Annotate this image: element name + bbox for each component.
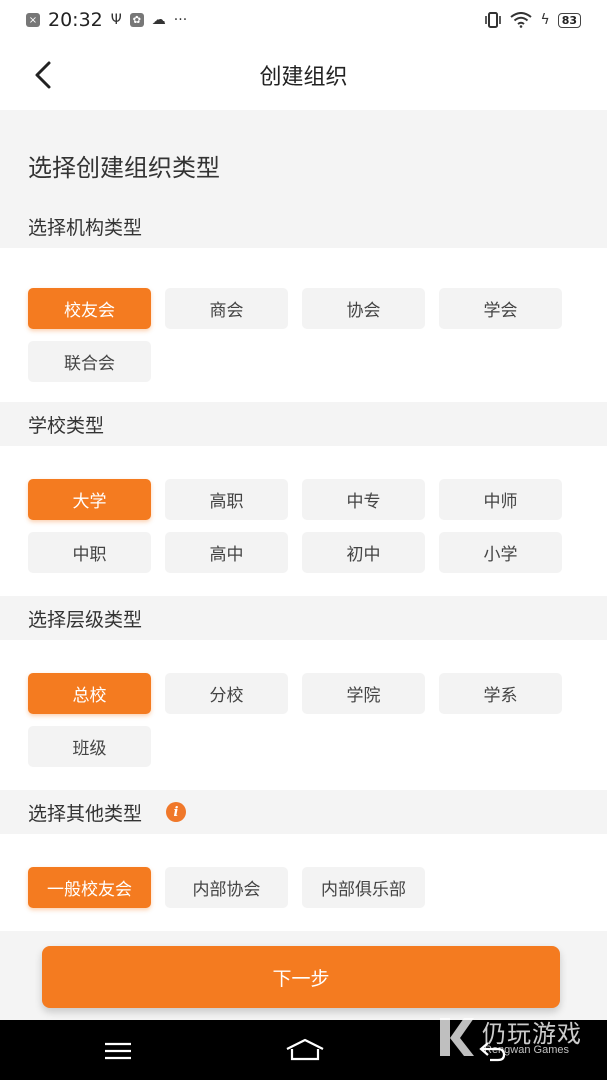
info-icon[interactable]: i — [166, 802, 187, 822]
main-content: 选择创建组织类型 选择机构类型 校友会 商会 协会 学会联合会 学校类型 大学 高职 中专… — [0, 110, 607, 931]
watermark: 仍玩游戏 Rengwan Games — [432, 1012, 602, 1062]
option-chip-level-type[interactable]: 总校 — [28, 673, 151, 714]
chevron-left-icon[interactable] — [30, 60, 60, 90]
section-title-org-type: 选择机构类型 — [28, 216, 143, 239]
status-right: ϟ 83 — [484, 12, 581, 28]
option-chip-school-type[interactable]: 高中 — [165, 532, 288, 573]
option-chip-school-type[interactable]: 大学 — [28, 479, 151, 520]
wifi-icon — [510, 12, 533, 28]
option-chip-other-type[interactable]: 内部俱乐部 — [302, 867, 425, 908]
option-chip-level-type[interactable]: 学院 — [302, 673, 425, 714]
charging-icon: ϟ — [540, 12, 550, 28]
usb-icon: Ψ — [110, 12, 122, 28]
page-title: 创建组织 — [259, 65, 348, 90]
other-type-options: 一般校友会 内部协会 内部俱乐部 — [0, 834, 607, 931]
vibrate-icon — [484, 12, 502, 28]
option-chip-school-type[interactable]: 中职 — [28, 532, 151, 573]
cloud-icon: ☁ — [151, 12, 166, 28]
option-chip-school-type[interactable]: 中师 — [439, 479, 562, 520]
header: 创建组织 — [0, 40, 607, 110]
option-chip-school-type[interactable]: 初中 — [302, 532, 425, 573]
option-chip-org-type[interactable]: 学会 — [439, 288, 562, 329]
option-chip-level-type[interactable]: 班级 — [28, 726, 151, 767]
section-title-level-type: 选择层级类型 — [28, 608, 143, 631]
status-left: × 20:32 Ψ ✿ ☁ ··· — [26, 9, 187, 31]
next-step-button[interactable]: 下一步 — [42, 946, 560, 1008]
section-title-school-type: 学校类型 — [28, 414, 105, 437]
menu-icon[interactable] — [104, 1042, 132, 1060]
status-bar: × 20:32 Ψ ✿ ☁ ··· ϟ 83 — [0, 0, 607, 40]
home-icon[interactable] — [284, 1037, 326, 1063]
option-chip-school-type[interactable]: 高职 — [165, 479, 288, 520]
watermark-logo-icon — [440, 1018, 474, 1056]
option-chip-other-type[interactable]: 一般校友会 — [28, 867, 151, 908]
status-time: 20:32 — [48, 9, 103, 31]
option-chip-org-type[interactable]: 协会 — [302, 288, 425, 329]
app-icon: ✿ — [129, 13, 144, 27]
section-title-other-type: 选择其他类型 i — [0, 790, 607, 834]
option-chip-org-type[interactable]: 商会 — [165, 288, 288, 329]
page-heading: 选择创建组织类型 — [28, 154, 220, 182]
close-box-icon: × — [26, 13, 40, 27]
watermark-en: Rengwan Games — [484, 1044, 569, 1056]
option-chip-school-type[interactable]: 小学 — [439, 532, 562, 573]
option-chip-org-type[interactable]: 联合会 — [28, 341, 151, 382]
more-indicator: ··· — [173, 12, 188, 28]
option-chip-other-type[interactable]: 内部协会 — [165, 867, 288, 908]
option-chip-org-type[interactable]: 校友会 — [28, 288, 151, 329]
option-chip-school-type[interactable]: 中专 — [302, 479, 425, 520]
battery-indicator: 83 — [557, 12, 581, 28]
option-chip-level-type[interactable]: 分校 — [165, 673, 288, 714]
org-type-options: 校友会 商会 协会 学会联合会 — [0, 248, 607, 402]
level-type-options: 总校 分校 学院 学系班级 — [0, 640, 607, 790]
option-chip-level-type[interactable]: 学系 — [439, 673, 562, 714]
school-type-options: 大学 高职 中专 中师中职 高中 初中 小学 — [0, 446, 607, 596]
section-title-other-type-label: 选择其他类型 — [28, 802, 143, 825]
